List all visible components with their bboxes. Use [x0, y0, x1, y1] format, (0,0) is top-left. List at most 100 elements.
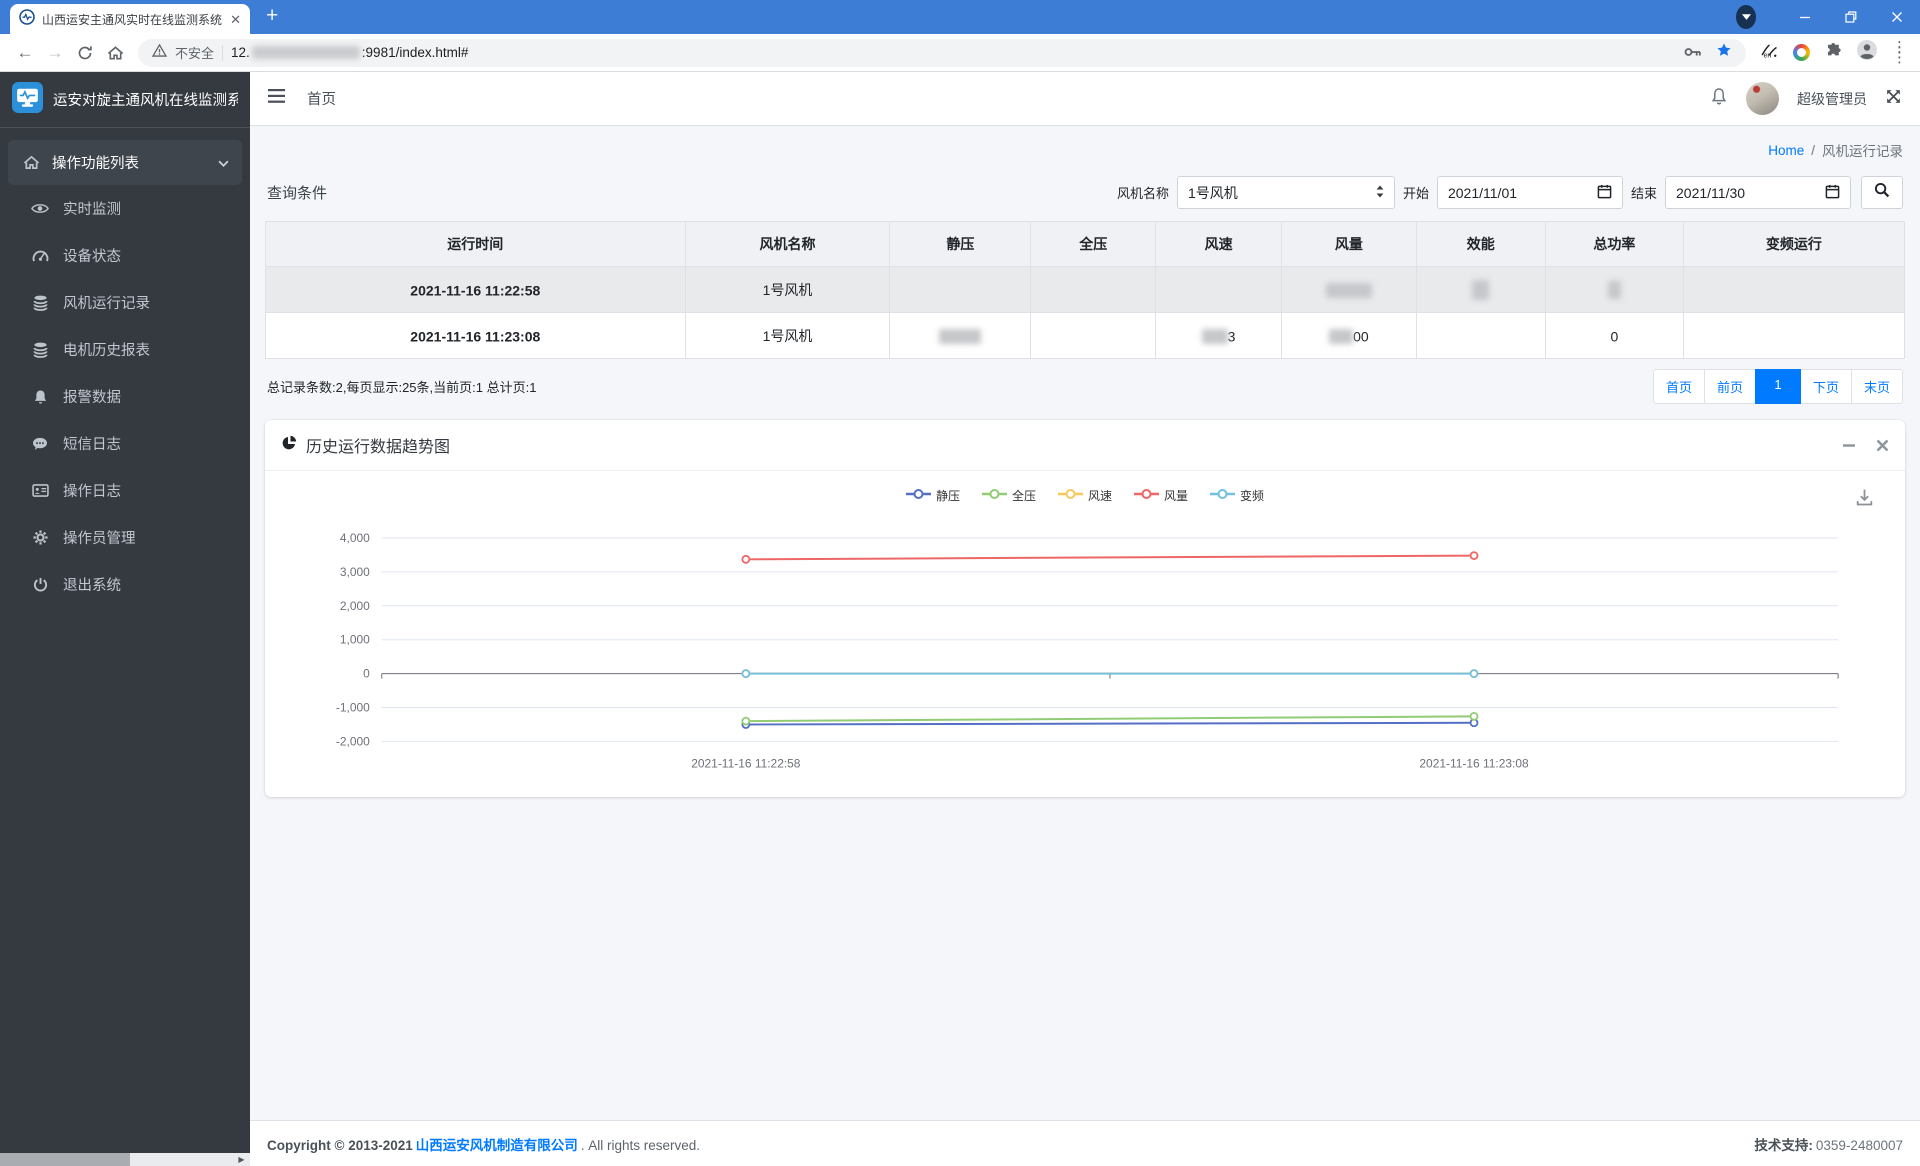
calendar-icon[interactable] [1597, 184, 1612, 202]
sidebar-section-operations[interactable]: 操作功能列表 [8, 140, 242, 185]
window-restore-button[interactable] [1828, 0, 1874, 34]
browser-menu-icon[interactable]: ⋮ ⋮ ⋮ [1892, 40, 1907, 65]
chart-panel-header: 历史运行数据趋势图 [265, 420, 1905, 471]
scrollbar-thumb[interactable] [0, 1153, 130, 1166]
legend-marker-icon [1134, 488, 1159, 503]
window-controls [1736, 0, 1920, 34]
table-cell: 0 [1545, 312, 1684, 359]
new-tab-button[interactable]: + [266, 4, 278, 28]
page-button-末页[interactable]: 末页 [1850, 369, 1903, 404]
database-icon [30, 295, 50, 311]
company-link[interactable]: 山西运安风机制造有限公司 [416, 1138, 578, 1153]
brand[interactable]: 运安对旋主通风机在线监测系统 [0, 72, 250, 128]
svg-text:2021-11-16 11:23:08: 2021-11-16 11:23:08 [1419, 756, 1529, 770]
browser-profile-chevron[interactable] [1736, 0, 1782, 34]
legend-item-全压[interactable]: 全压 [981, 487, 1036, 504]
sidebar-item-label: 短信日志 [63, 437, 121, 453]
scrollbar-right-arrow[interactable]: ▶ [233, 1153, 250, 1166]
browser-tab[interactable]: 山西运安主通风实时在线监测系统 ✕ [10, 4, 250, 34]
security-label: 不安全 [175, 46, 215, 61]
legend-item-风速[interactable]: 风速 [1057, 487, 1112, 504]
record-summary: 总记录条数:2,每页显示:25条,当前页:1 总计页:1 [267, 380, 537, 395]
sidebar-horizontal-scrollbar: ▶ [0, 1153, 250, 1166]
bookmark-star-icon[interactable] [1716, 42, 1732, 63]
colorwheel-extension-icon[interactable] [1793, 44, 1810, 61]
brand-title: 运安对旋主通风机在线监测系统 [53, 93, 238, 109]
power-icon [30, 577, 50, 592]
svg-text:2021-11-16 11:22:58: 2021-11-16 11:22:58 [691, 756, 801, 770]
browser-toolbar: ← → 不安全 12. :9981/index.html# en ⋮ ⋮ ⋮ [0, 34, 1920, 72]
start-date-label: 开始 [1402, 186, 1429, 201]
notifications-bell-icon[interactable] [1710, 87, 1728, 111]
search-icon [1874, 182, 1890, 203]
window-close-button[interactable] [1874, 0, 1920, 34]
page-button-首页[interactable]: 首页 [1652, 369, 1705, 404]
fullscreen-expand-icon[interactable] [1885, 88, 1902, 110]
column-header: 风量 [1281, 221, 1417, 267]
extensions-puzzle-icon[interactable] [1825, 42, 1842, 64]
table-cell [1682, 266, 1906, 313]
bell-icon [30, 389, 50, 405]
back-button[interactable]: ← [10, 38, 40, 68]
legend-item-风量[interactable]: 风量 [1134, 487, 1188, 504]
breadcrumb-home-link[interactable]: Home [1768, 143, 1804, 158]
window-minimize-button[interactable] [1782, 0, 1828, 34]
reload-button[interactable] [70, 38, 100, 68]
sidebar-item-operation-log[interactable]: 操作日志 [8, 467, 242, 514]
sidebar-item-label: 设备状态 [63, 249, 121, 265]
tab-close-icon[interactable]: ✕ [230, 13, 241, 26]
panel-minimize-icon[interactable] [1842, 438, 1856, 452]
browser-profile-avatar-icon[interactable] [1857, 40, 1877, 65]
sidebar-item-sms-log[interactable]: 短信日志 [8, 420, 242, 467]
sidebar-item-alarm-data[interactable]: 报警数据 [8, 373, 242, 420]
sidebar-item-fan-run-record[interactable]: 风机运行记录 [8, 279, 242, 326]
sidebar-section-label: 操作功能列表 [52, 156, 139, 172]
records-table: 运行时间 风机名称 静压 全压 风速 风量 效能 总功率 变频运行 2021-11-16 11:… [265, 221, 1906, 359]
user-name[interactable]: 超级管理员 [1797, 89, 1867, 109]
table-cell: 1号风机 [684, 312, 891, 359]
panel-close-icon[interactable] [1876, 439, 1889, 452]
download-image-icon[interactable] [1854, 487, 1875, 513]
redacted-value [1472, 279, 1490, 300]
password-key-icon[interactable] [1684, 44, 1702, 62]
table-cell [1154, 266, 1283, 313]
address-bar[interactable]: 不安全 12. :9981/index.html# [138, 38, 1746, 67]
end-date-input[interactable]: 2021/11/30 [1665, 176, 1851, 209]
query-bar: 查询条件 风机名称 1号风机 开始 2021/11/01 结束 2021/11/… [265, 170, 1905, 221]
page-button-下页[interactable]: 下页 [1799, 369, 1852, 404]
hamburger-menu-icon[interactable] [268, 89, 285, 108]
sidebar-item-operator-manage[interactable]: 操作员管理 [8, 514, 242, 561]
column-header: 变频运行 [1682, 221, 1906, 267]
sidebar-item-realtime[interactable]: 实时监测 [8, 185, 242, 232]
table-cell [889, 312, 1032, 359]
home-icon [21, 155, 41, 170]
start-date-input[interactable]: 2021/11/01 [1436, 176, 1623, 209]
nav-link-home[interactable]: 首页 [307, 88, 336, 109]
trend-line-chart[interactable]: 4,000 3,000 2,000 1,000 0 -1,000 -2,000 2021-11… [287, 516, 1883, 783]
sidebar-item-motor-history[interactable]: 电机历史报表 [8, 326, 242, 373]
sidebar-item-device-status[interactable]: 设备状态 [8, 232, 242, 279]
table-cell [1682, 312, 1906, 359]
browser-home-button[interactable] [100, 38, 130, 68]
page-button-前页[interactable]: 前页 [1703, 369, 1756, 404]
table-row[interactable]: 2021-11-16 11:23:08 1号风机 3 00 0 [265, 312, 1906, 359]
search-button[interactable] [1861, 176, 1903, 209]
url-redacted-segment [251, 46, 360, 59]
table-row[interactable]: 2021-11-16 11:22:58 1号风机 [265, 266, 1906, 313]
sidebar-item-label: 实时监测 [63, 202, 121, 218]
brand-logo-icon [12, 81, 43, 118]
user-avatar[interactable] [1746, 82, 1779, 115]
column-header: 总功率 [1545, 221, 1684, 267]
calendar-icon[interactable] [1825, 184, 1840, 202]
legend-item-变频[interactable]: 变频 [1210, 487, 1264, 504]
sidebar-item-logout[interactable]: 退出系统 [8, 561, 242, 608]
select-arrows-icon [1376, 185, 1384, 201]
translate-extension-icon[interactable]: en [1760, 42, 1778, 63]
page-button-current[interactable]: 1 [1754, 369, 1801, 404]
address-divider [222, 44, 224, 61]
fan-select[interactable]: 1号风机 [1176, 176, 1395, 209]
sidebar-item-label: 报警数据 [63, 390, 121, 406]
forward-button[interactable]: → [40, 38, 70, 68]
column-header: 静压 [889, 221, 1032, 267]
legend-item-静压[interactable]: 静压 [905, 487, 960, 504]
